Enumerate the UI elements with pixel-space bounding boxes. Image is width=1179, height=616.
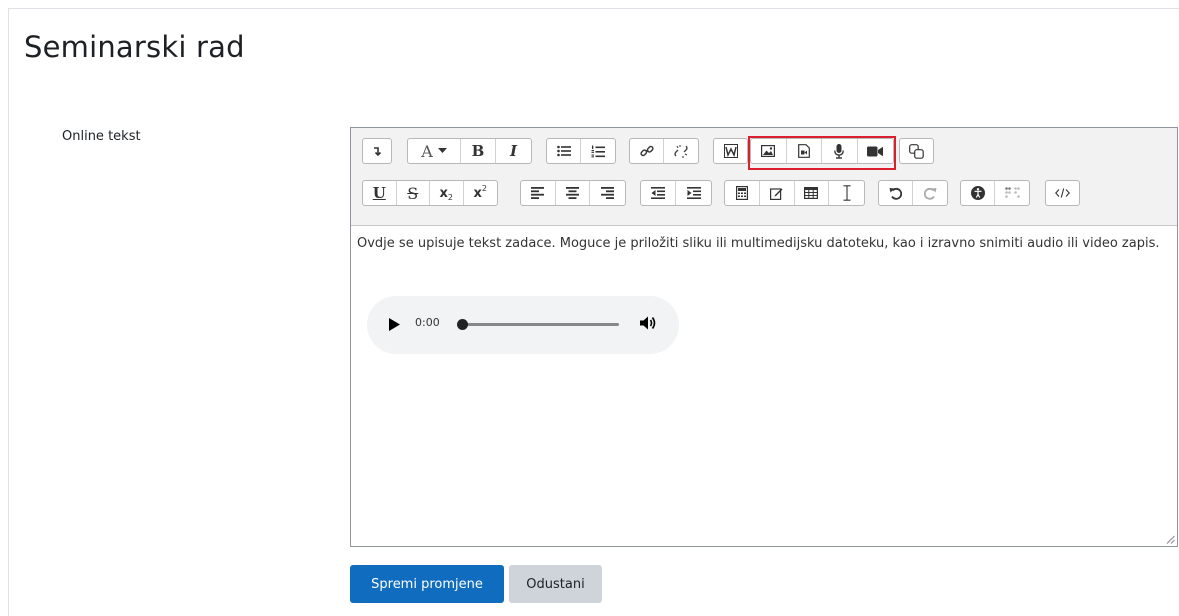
superscript-mark: 2: [481, 183, 487, 193]
subscript-mark: 2: [447, 192, 453, 202]
underline-button[interactable]: U: [363, 181, 397, 205]
record-video-button[interactable]: [858, 139, 893, 163]
toolbar-group-manage-files: [899, 138, 934, 164]
special-character-button[interactable]: [760, 181, 795, 205]
edit-icon: [770, 187, 783, 200]
toolbar-group-history: [878, 180, 948, 206]
audio-time: 0:00: [415, 316, 440, 329]
image-icon: [761, 145, 776, 157]
indent-button[interactable]: [676, 181, 711, 205]
text-editor: A B I U S x 2 x 2 Ovdje se upisuje tekst…: [350, 127, 1178, 547]
superscript-glyph: x: [473, 185, 482, 201]
caret-down-icon: [437, 148, 447, 153]
align-left-icon: [531, 187, 545, 199]
save-changes-button[interactable]: Spremi promjene: [350, 565, 504, 603]
undo-button[interactable]: [879, 181, 914, 205]
clear-formatting-button[interactable]: [829, 181, 864, 205]
table-icon: [804, 187, 819, 199]
calculator-icon: [735, 186, 748, 200]
indent-icon: [686, 187, 701, 199]
font-style-dropdown[interactable]: A: [408, 139, 461, 163]
toolbar-group-lists: [546, 138, 616, 164]
collapse-toolbar-button[interactable]: [363, 139, 391, 163]
numbered-list-icon: [591, 145, 605, 157]
manage-files-button[interactable]: [900, 139, 933, 163]
align-center-icon: [566, 187, 579, 199]
resize-handle-icon[interactable]: [1166, 535, 1175, 544]
insert-image-button[interactable]: [751, 139, 787, 163]
subscript-glyph: x: [439, 185, 448, 201]
microphone-icon: [834, 143, 845, 159]
toolbar-group-indent: [640, 180, 712, 206]
play-icon[interactable]: [389, 318, 400, 331]
toggle-arrow-icon: [374, 147, 382, 157]
bold-button[interactable]: B: [461, 139, 496, 163]
toolbar-group-insert: [724, 180, 865, 206]
word-icon: [723, 144, 738, 158]
subscript-button[interactable]: x2: [430, 181, 464, 205]
link-icon: [639, 145, 654, 157]
audio-progress-knob[interactable]: [457, 319, 468, 330]
online-text-label: Online tekst: [62, 129, 141, 144]
braille-icon: [1004, 187, 1020, 198]
toolbar-group-word: [713, 138, 748, 164]
toolbar-group-html: [1045, 180, 1080, 206]
editor-toolbar: A B I U S x 2 x 2: [351, 128, 1177, 226]
html-source-button[interactable]: [1046, 181, 1079, 205]
code-icon: [1055, 188, 1070, 198]
ordered-list-button[interactable]: [581, 139, 615, 163]
strikethrough-button[interactable]: S: [397, 181, 430, 205]
record-audio-button[interactable]: [822, 139, 858, 163]
equation-button[interactable]: [725, 181, 760, 205]
redo-button[interactable]: [913, 181, 947, 205]
toolbar-group-formatting: U S x2 x2: [362, 180, 498, 206]
page-title: Seminarski rad: [24, 30, 245, 64]
audio-progress-track[interactable]: [463, 323, 619, 326]
unlink-button[interactable]: [664, 139, 698, 163]
unlink-icon: [674, 145, 688, 158]
undo-icon: [889, 187, 902, 200]
video-camera-icon: [867, 146, 884, 156]
bullet-list-icon: [556, 145, 571, 157]
unordered-list-button[interactable]: [547, 139, 582, 163]
font-style-glyph: A: [421, 141, 433, 161]
align-right-icon: [601, 187, 615, 199]
superscript-button[interactable]: x2: [464, 181, 497, 205]
toolbar-group-media: [750, 138, 894, 164]
outdent-button[interactable]: [641, 181, 677, 205]
redo-icon: [923, 187, 936, 200]
audio-player: 0:00: [367, 296, 679, 354]
volume-icon[interactable]: [639, 314, 657, 332]
outdent-icon: [651, 187, 665, 199]
link-button[interactable]: [630, 139, 665, 163]
insert-media-button[interactable]: [787, 139, 822, 163]
media-icon: [797, 144, 810, 158]
copy-files-icon: [909, 143, 924, 159]
align-left-button[interactable]: [521, 181, 556, 205]
italic-button[interactable]: I: [496, 139, 531, 163]
toolbar-group-text-style: A B I: [407, 138, 532, 164]
toolbar-group-accessibility: [960, 180, 1030, 206]
align-right-button[interactable]: [590, 181, 625, 205]
toolbar-group-align: [520, 180, 626, 206]
toolbar-group-collapse: [362, 138, 392, 164]
editor-paragraph: Ovdje se upisuje tekst zadace. Moguce je…: [357, 236, 1160, 251]
toolbar-group-links: [629, 138, 699, 164]
editor-content-area[interactable]: Ovdje se upisuje tekst zadace. Moguce je…: [357, 232, 1167, 255]
accessibility-icon: [970, 186, 985, 200]
paste-from-word-button[interactable]: [714, 139, 747, 163]
cancel-button[interactable]: Odustani: [509, 565, 602, 603]
text-cursor-icon: [843, 185, 851, 201]
table-button[interactable]: [795, 181, 830, 205]
accessibility-checker-button[interactable]: [961, 181, 996, 205]
screenreader-helper-button[interactable]: [995, 181, 1029, 205]
align-center-button[interactable]: [556, 181, 591, 205]
